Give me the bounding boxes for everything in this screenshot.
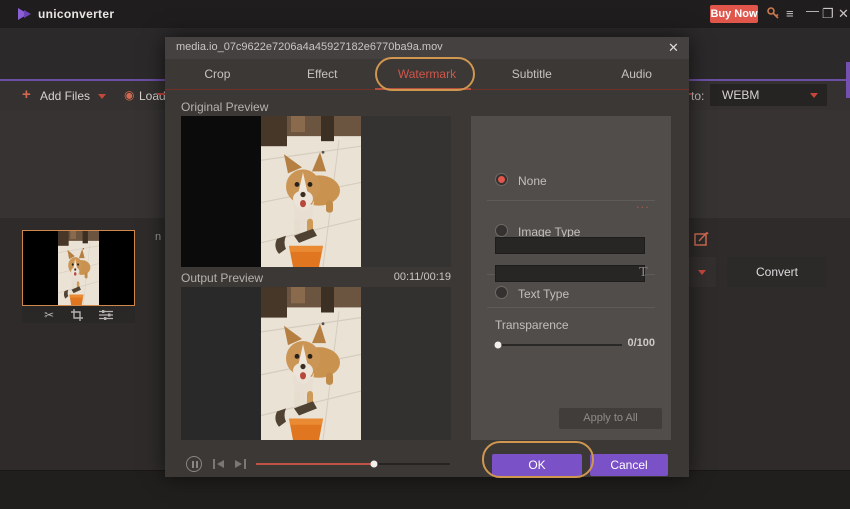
video-thumbnail[interactable] <box>22 230 135 306</box>
trim-icon[interactable]: ✂ <box>44 309 54 321</box>
thumbnail-toolbar: ✂ <box>22 306 135 323</box>
minimize-icon[interactable]: — <box>806 3 819 19</box>
tab-subtitle[interactable]: Subtitle <box>479 59 584 89</box>
output-format-value: WEBM <box>722 88 760 102</box>
row-format-dropdown[interactable] <box>688 257 716 287</box>
transparence-value: 0/100 <box>627 337 655 349</box>
convert-to-label: to: <box>691 89 705 103</box>
maximize-icon[interactable]: ❐ <box>822 6 834 22</box>
original-video-frame <box>261 116 361 267</box>
row-convert-button[interactable]: Convert <box>727 257 827 287</box>
original-preview-label: Original Preview <box>181 100 269 114</box>
pause-button[interactable] <box>186 456 202 472</box>
menu-icon[interactable]: ≡ <box>786 6 794 22</box>
window-titlebar: uniconverter Buy Now ≡ — ❐ ✕ <box>0 0 850 28</box>
skip-start-button[interactable] <box>212 458 226 470</box>
filename-fragment: n <box>155 231 162 243</box>
none-label: None <box>518 174 547 188</box>
dialog-tabs: Crop Effect Watermark Subtitle Audio <box>165 59 689 90</box>
browse-button[interactable]: ... <box>636 196 650 211</box>
load-icon: ◉ <box>124 88 135 102</box>
format-caret-icon <box>810 93 818 98</box>
seek-slider[interactable] <box>256 460 450 468</box>
ok-button[interactable]: OK <box>492 454 582 476</box>
time-display: 00:11/00:19 <box>393 271 451 283</box>
divider <box>487 200 655 201</box>
dialog-title: media.io_07c9622e7206a4a45927182e6770ba9… <box>176 41 443 53</box>
output-format-dropdown[interactable]: WEBM <box>710 84 827 106</box>
seek-progress <box>256 463 375 465</box>
add-files-button[interactable]: Add Files <box>40 89 90 103</box>
text-type-label: Text Type <box>518 287 570 301</box>
window-close-icon[interactable]: ✕ <box>838 6 849 22</box>
radio-none[interactable] <box>495 173 508 186</box>
cancel-button[interactable]: Cancel <box>590 454 668 476</box>
output-preview <box>181 287 451 440</box>
radio-image-type[interactable] <box>495 224 508 237</box>
text-style-icon[interactable]: T <box>639 265 648 281</box>
add-files-caret-icon[interactable] <box>98 94 106 99</box>
letterbox-right <box>361 116 451 267</box>
divider <box>487 307 655 308</box>
transparence-handle[interactable] <box>494 341 502 349</box>
tab-crop[interactable]: Crop <box>165 59 270 89</box>
app-logo-icon-inner <box>24 10 31 18</box>
text-watermark-input[interactable] <box>495 265 645 282</box>
dialog-close-icon[interactable]: ✕ <box>668 40 679 56</box>
seek-handle[interactable] <box>370 460 378 468</box>
app-window: uniconverter Buy Now ≡ — ❐ ✕ + Add Files… <box>0 0 850 509</box>
original-preview <box>181 116 451 267</box>
scroll-accent <box>846 62 850 98</box>
crop-icon[interactable] <box>70 308 83 321</box>
apply-to-all-button[interactable]: Apply to All <box>559 408 662 429</box>
letterbox-left <box>181 116 261 267</box>
dialog-titlebar: media.io_07c9622e7206a4a45927182e6770ba9… <box>165 37 689 59</box>
load-button[interactable]: Load <box>139 89 166 103</box>
effects-icon[interactable] <box>98 309 113 321</box>
letterbox-left <box>181 287 261 440</box>
add-files-icon: + <box>22 86 31 103</box>
transparence-label: Transparence <box>495 318 569 332</box>
letterbox-right <box>361 287 451 440</box>
radio-text-type[interactable] <box>495 286 508 299</box>
register-key-icon[interactable] <box>766 6 780 20</box>
output-preview-label: Output Preview <box>181 271 264 285</box>
active-tab-indicator <box>375 88 471 90</box>
watermark-options-panel: None Image Type ... Text Type T Transpar… <box>471 116 671 440</box>
watermark-dialog: media.io_07c9622e7206a4a45927182e6770ba9… <box>165 37 689 477</box>
image-path-input[interactable] <box>495 237 645 254</box>
buy-now-button[interactable]: Buy Now <box>710 5 758 23</box>
skip-end-button[interactable] <box>233 458 247 470</box>
tab-watermark[interactable]: Watermark <box>375 59 480 89</box>
video-frame <box>58 231 99 305</box>
edit-format-icon[interactable] <box>694 231 709 246</box>
row-caret-icon <box>698 270 706 275</box>
app-name: uniconverter <box>38 7 115 21</box>
output-video-frame <box>261 287 361 440</box>
tab-audio[interactable]: Audio <box>584 59 689 89</box>
tab-effect[interactable]: Effect <box>270 59 375 89</box>
